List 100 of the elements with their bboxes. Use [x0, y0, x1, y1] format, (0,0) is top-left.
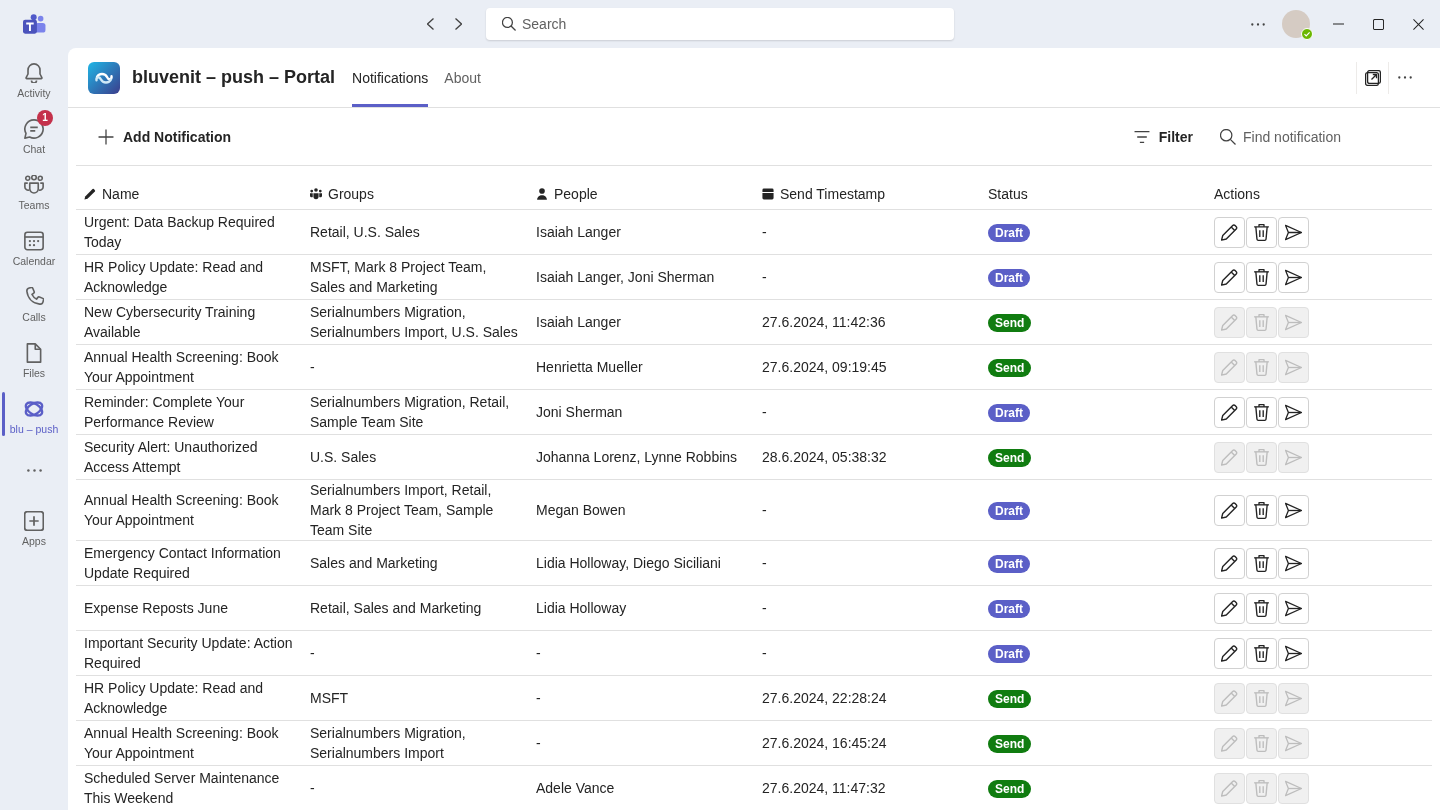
tab[interactable]: About: [444, 48, 481, 107]
pencil-icon: [1221, 268, 1238, 286]
send-icon: [1285, 734, 1302, 752]
table-cell: 27.6.2024, 09:19:45: [754, 344, 980, 390]
send-icon: [1285, 313, 1302, 331]
edit-button[interactable]: [1214, 637, 1245, 669]
close-icon: [1412, 18, 1424, 30]
phone-icon: [24, 287, 44, 307]
sidebar-item[interactable]: Activity: [0, 50, 68, 106]
table-cell: -: [528, 720, 754, 766]
table-cell: Johanna Lorenz, Lynne Robbins: [528, 434, 754, 480]
table-cell: Serialnumbers Migration, Serialnumbers Import, U.S. Sales: [302, 299, 528, 345]
delete-button[interactable]: [1246, 261, 1277, 293]
pop-out-icon: [1364, 69, 1381, 86]
edit-button[interactable]: [1214, 396, 1245, 428]
status-badge: Draft: [988, 645, 1030, 663]
send-button[interactable]: [1278, 216, 1309, 248]
table-cell: Scheduled Server Maintenance This Weekend: [76, 765, 302, 810]
trash-icon: [1253, 644, 1270, 662]
add-notification-button[interactable]: Add Notification: [90, 124, 240, 149]
sidebar-item[interactable]: blu – push: [0, 386, 68, 442]
pencil-icon: [1221, 599, 1238, 617]
presence-check-icon: [1301, 28, 1313, 40]
delete-button[interactable]: [1246, 547, 1277, 579]
send-icon: [1285, 599, 1302, 617]
table-cell: 27.6.2024, 11:42:36: [754, 299, 980, 345]
send-button[interactable]: [1278, 547, 1309, 579]
pencil-icon: [1221, 223, 1238, 241]
delete-button[interactable]: [1246, 637, 1277, 669]
delete-button[interactable]: [1246, 592, 1277, 624]
table-cell: 27.6.2024, 11:47:32: [754, 765, 980, 810]
table-cell: -: [302, 765, 528, 810]
send-button[interactable]: [1278, 592, 1309, 624]
column-header: Actions: [1214, 184, 1260, 204]
pencil-icon: [1221, 779, 1238, 797]
delete-button[interactable]: [1246, 494, 1277, 526]
edit-button[interactable]: [1214, 261, 1245, 293]
status-badge: Draft: [988, 555, 1030, 573]
table-cell: Megan Bowen: [528, 479, 754, 541]
avatar[interactable]: [1282, 10, 1310, 38]
table-cell: 27.6.2024, 16:45:24: [754, 720, 980, 766]
notification-badge: 1: [37, 110, 53, 126]
table-cell: New Cybersecurity Training Available: [76, 299, 302, 345]
knot-icon: [24, 399, 44, 419]
chevron-right-icon: [454, 18, 462, 30]
table-cell: Security Alert: Unauthorized Access Attempt: [76, 434, 302, 480]
search-field[interactable]: Search: [486, 8, 954, 40]
table-cell: Retail, U.S. Sales: [302, 209, 528, 255]
table-cell: Serialnumbers Import, Retail, Mark 8 Project Team, Sample Team Site: [302, 479, 528, 541]
send-icon: [1285, 223, 1302, 241]
trash-icon: [1253, 403, 1270, 421]
sidebar-item[interactable]: Calendar: [0, 218, 68, 274]
search-field[interactable]: Find notification: [1212, 120, 1424, 153]
edit-button[interactable]: [1214, 494, 1245, 526]
send-button[interactable]: [1278, 637, 1309, 669]
send-button[interactable]: [1278, 261, 1309, 293]
pencil-icon: [84, 187, 96, 200]
send-button[interactable]: [1278, 396, 1309, 428]
sidebar-item[interactable]: Calls: [0, 274, 68, 330]
pencil-icon: [1221, 554, 1238, 572]
send-button[interactable]: [1278, 494, 1309, 526]
apps-button[interactable]: Apps: [0, 498, 68, 554]
edit-button[interactable]: [1214, 592, 1245, 624]
table-cell: Important Security Update: Action Required: [76, 630, 302, 676]
status-badge: Send: [988, 735, 1032, 753]
edit-button[interactable]: [1214, 547, 1245, 579]
status-badge: Send: [988, 359, 1032, 377]
delete-button[interactable]: [1246, 396, 1277, 428]
table-cell: Isaiah Langer: [528, 209, 754, 255]
table-cell: -: [302, 630, 528, 676]
delete-button[interactable]: [1246, 216, 1277, 248]
filter-icon: [1133, 128, 1150, 145]
table-cell: Henrietta Mueller: [528, 344, 754, 390]
edit-button[interactable]: [1214, 216, 1245, 248]
pencil-icon: [1221, 358, 1238, 376]
table-cell: -: [754, 209, 980, 255]
trash-icon: [1253, 268, 1270, 286]
app-title: bluvenit – push – Portal: [132, 67, 336, 88]
table-cell: Adele Vance: [528, 765, 754, 810]
tab[interactable]: Notifications: [352, 48, 429, 107]
status-badge: Draft: [988, 269, 1030, 287]
table-cell: Isaiah Langer: [528, 299, 754, 345]
chat-bubble-icon: [24, 119, 44, 139]
sidebar-item[interactable]: Teams: [0, 162, 68, 218]
person-icon: [536, 187, 548, 200]
table-cell: HR Policy Update: Read and Acknowledge: [76, 254, 302, 300]
sidebar-item[interactable]: Files: [0, 330, 68, 386]
table-cell: Sales and Marketing: [302, 540, 528, 586]
file-icon: [24, 343, 44, 363]
filter-button[interactable]: Filter: [1125, 124, 1201, 149]
status-badge: Draft: [988, 502, 1030, 520]
maximize-icon: [1372, 18, 1384, 30]
send-icon: [1285, 403, 1302, 421]
table-cell: -: [528, 630, 754, 676]
column-header: People: [554, 184, 598, 204]
table-cell: MSFT, Mark 8 Project Team, Sales and Marketing: [302, 254, 528, 300]
trash-icon: [1253, 554, 1270, 572]
people-group-icon: [310, 187, 322, 200]
bell-icon: [24, 63, 44, 83]
sidebar-item[interactable]: 1 Chat: [0, 106, 68, 162]
